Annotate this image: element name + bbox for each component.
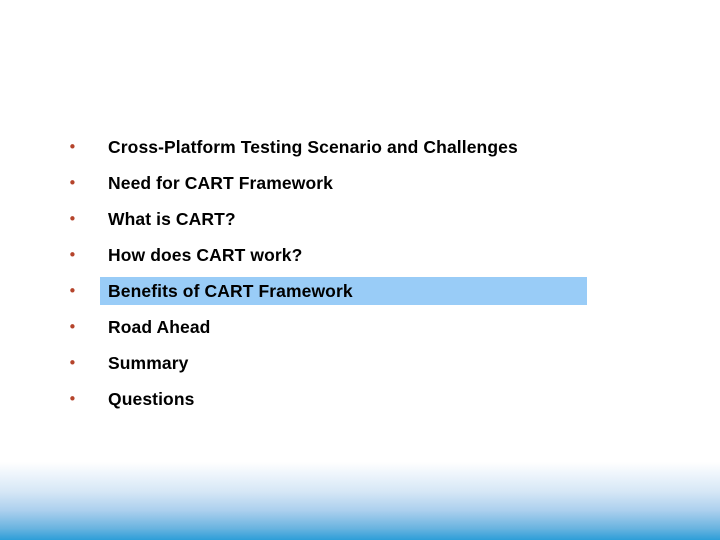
agenda-item-label: What is CART? xyxy=(108,209,236,229)
agenda-item-label: Summary xyxy=(108,353,189,373)
footer-gradient-band xyxy=(0,462,720,540)
bullet-point-icon: • xyxy=(68,246,77,264)
bullet-point-icon: • xyxy=(68,138,77,156)
list-item[interactable]: • Summary xyxy=(0,345,720,381)
presentation-slide: • Cross-Platform Testing Scenario and Ch… xyxy=(0,0,720,540)
bullet-point-icon: • xyxy=(68,390,77,408)
list-item[interactable]: • Questions xyxy=(0,381,720,417)
agenda-item-label: Need for CART Framework xyxy=(108,173,333,193)
agenda-item-label: Cross-Platform Testing Scenario and Chal… xyxy=(108,137,518,157)
list-item[interactable]: • What is CART? xyxy=(0,201,720,237)
agenda-item-label: Benefits of CART Framework xyxy=(108,281,353,301)
bullet-point-icon: • xyxy=(68,318,77,336)
bullet-point-icon: • xyxy=(68,174,77,192)
list-item[interactable]: • Cross-Platform Testing Scenario and Ch… xyxy=(0,129,720,165)
list-item-selected[interactable]: • Benefits of CART Framework xyxy=(0,273,720,309)
list-item[interactable]: • Road Ahead xyxy=(0,309,720,345)
bullet-point-icon: • xyxy=(68,210,77,228)
list-item[interactable]: • Need for CART Framework xyxy=(0,165,720,201)
agenda-item-label: Road Ahead xyxy=(108,317,211,337)
bullet-point-icon: • xyxy=(68,354,77,372)
agenda-bullet-list: • Cross-Platform Testing Scenario and Ch… xyxy=(0,129,720,417)
agenda-item-label: How does CART work? xyxy=(108,245,303,265)
agenda-item-label: Questions xyxy=(108,389,195,409)
bullet-point-icon: • xyxy=(68,282,77,300)
list-item[interactable]: • How does CART work? xyxy=(0,237,720,273)
